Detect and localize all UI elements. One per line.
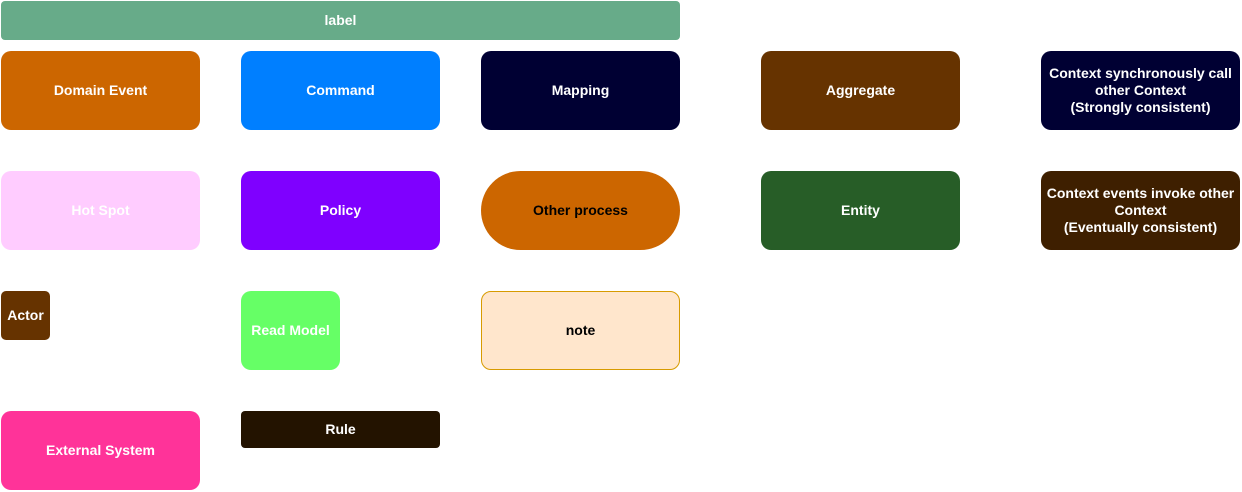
context-events-invoke-sticky[interactable]: Context events invoke other Context (Eve… — [1041, 171, 1240, 250]
rule-sticky[interactable]: Rule — [241, 411, 440, 448]
entity-text: Entity — [841, 202, 880, 218]
other-process-sticky[interactable]: Other process — [481, 171, 680, 250]
aggregate-text: Aggregate — [825, 82, 896, 98]
domain-event-sticky[interactable]: Domain Event — [1, 51, 200, 130]
hot-spot-text: Hot Spot — [71, 202, 130, 218]
label-bar[interactable]: label — [1, 1, 680, 40]
actor-sticky[interactable]: Actor — [1, 291, 50, 340]
domain-event-text: Domain Event — [53, 82, 148, 98]
mapping-sticky[interactable]: Mapping — [481, 51, 680, 130]
command-text: Command — [306, 82, 375, 98]
policy-sticky[interactable]: Policy — [241, 171, 440, 250]
read-model-text: Read Model — [251, 322, 330, 338]
external-system-sticky[interactable]: External System — [1, 411, 200, 490]
context-sync-call-sticky[interactable]: Context synchronously call other Context… — [1041, 51, 1240, 130]
note-sticky[interactable]: note — [481, 291, 680, 370]
other-process-text: Other process — [533, 202, 628, 218]
policy-text: Policy — [319, 202, 362, 218]
aggregate-sticky[interactable]: Aggregate — [761, 51, 960, 130]
actor-text: Actor — [7, 307, 44, 323]
rule-text: Rule — [325, 421, 356, 437]
note-text: note — [565, 322, 596, 338]
label-bar-text: label — [324, 12, 357, 28]
command-sticky[interactable]: Command — [241, 51, 440, 130]
read-model-sticky[interactable]: Read Model — [241, 291, 340, 370]
entity-sticky[interactable]: Entity — [761, 171, 960, 250]
context-events-invoke-text: Context events invoke other Context (Eve… — [1046, 185, 1235, 235]
context-sync-call-text: Context synchronously call other Context… — [1049, 65, 1232, 115]
external-system-text: External System — [46, 442, 155, 458]
mapping-text: Mapping — [551, 82, 610, 98]
hot-spot-sticky[interactable]: Hot Spot — [1, 171, 200, 250]
